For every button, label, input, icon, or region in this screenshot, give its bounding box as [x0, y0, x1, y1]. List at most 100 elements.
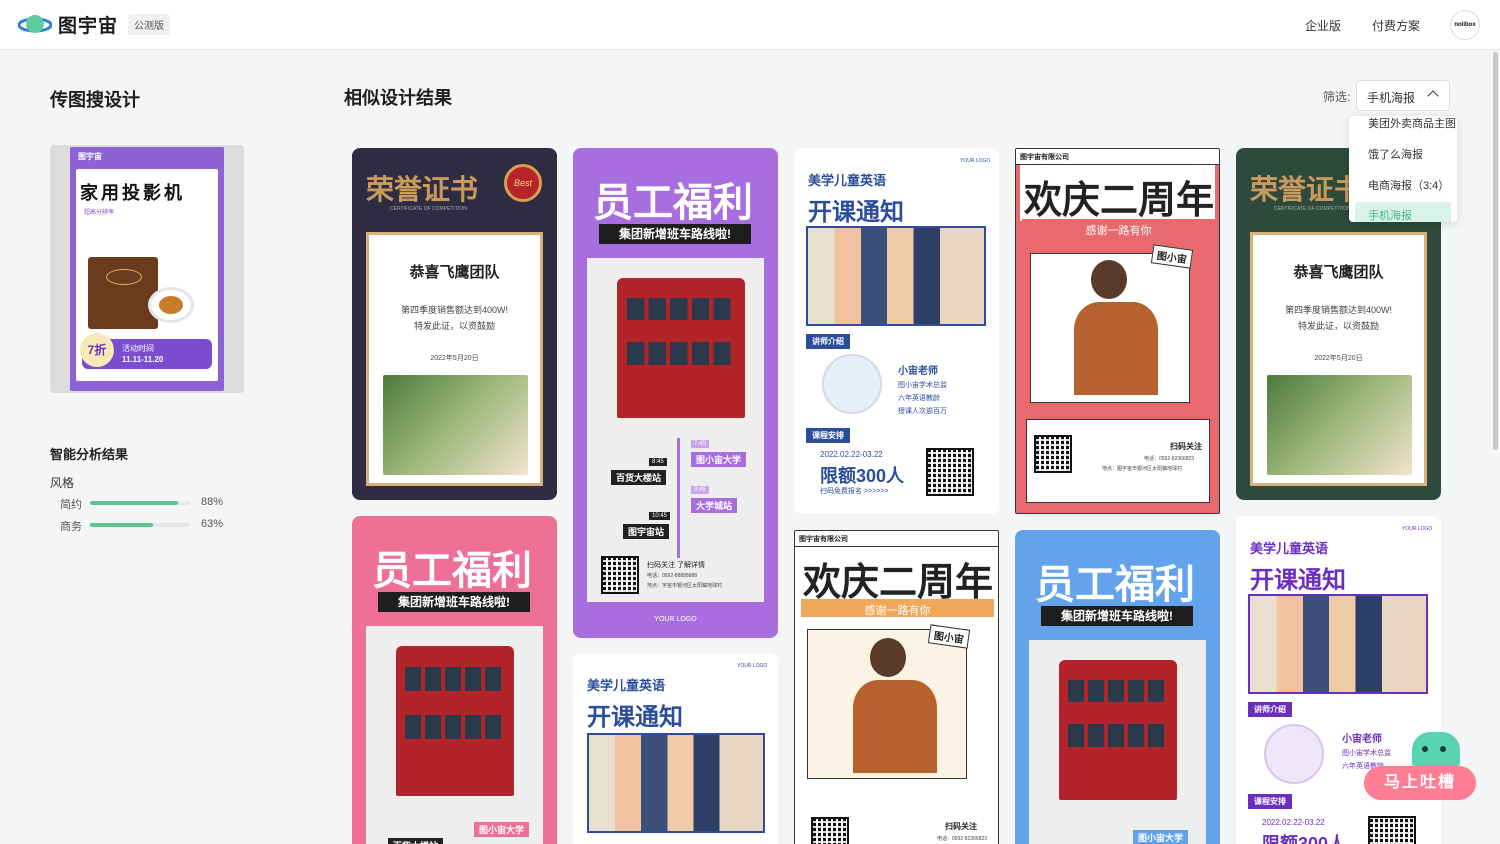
dropdown-option[interactable]: 电商海报（3:4） [1349, 172, 1457, 196]
metric-percent: 88% [201, 496, 224, 508]
filter-value: 手机海报 [1367, 91, 1416, 105]
poster-event-bar: 7折 活动时间 11.11-11.20 [80, 333, 212, 369]
results-title: 相似设计结果 [344, 88, 452, 108]
result-card-anniversary-red[interactable]: 图宇宙有限公司 欢庆二周年 感谢一路有你 图小宙 扫码关注 电话：0592-82… [1015, 148, 1220, 514]
card-title: 荣誉证书 [366, 174, 479, 205]
man-photo [1046, 245, 1186, 395]
card-subtitle: 感谢一路有你 [1085, 225, 1152, 237]
poster-body: 图小宙大学 百货大楼站 [366, 626, 543, 844]
card-title: 荣誉证书 [1250, 174, 1363, 205]
product-box-image [88, 257, 158, 329]
route-stop: 图小宙大学 [474, 822, 530, 837]
company-name: 图宇宙有限公司 [1020, 154, 1069, 161]
phone-text: 电话：0592-82366823 [1144, 456, 1195, 462]
result-card-employee-welfare-blue[interactable]: 员工福利 集团新增班车路线啦! 图小宙大学 [1015, 530, 1220, 844]
card-title: 欢庆二周年 [1024, 180, 1215, 222]
course-dates: 2022.02.22-03.22 [1262, 818, 1325, 827]
result-card-honor-certificate[interactable]: 荣誉证书 CERTIFICATE OF COMPETITION Best 恭喜飞… [352, 148, 557, 500]
kids-photo [587, 733, 765, 833]
filter-label: 筛选: [1323, 90, 1351, 104]
qr-code-image [1034, 435, 1072, 473]
style-label: 风格 [50, 476, 75, 490]
course-limit: 限额300人 [820, 466, 905, 486]
phone-text: 电话：0592-82366823 [937, 836, 988, 842]
poster-subtitle: 超高分辨率 [84, 210, 115, 216]
metric-row: 商务 63% [60, 518, 240, 533]
route-line [677, 438, 680, 558]
planet-logo-icon [17, 12, 53, 38]
section-tag: 课程安排 [1248, 794, 1292, 809]
cert-date: 2022年5月20日 [1314, 355, 1363, 362]
card-brand: 美学儿童英语 [1250, 541, 1329, 556]
card-subtitle: CERTIFICATE OF COMPETITION [390, 206, 467, 212]
dropdown-option[interactable]: 饿了么海报 [1349, 141, 1457, 165]
logo-text: YOUR LOGO [654, 616, 697, 623]
teacher-item: 图小宙学术总监 [1342, 750, 1391, 757]
route-stop: 百货大楼站 [388, 838, 444, 844]
scan-text: 扫码关注 [945, 822, 977, 831]
certificate-body: 恭喜飞鹰团队 第四季度销售额达到400W! 特发此证，以资鼓励 2022年5月2… [1250, 232, 1427, 486]
result-card-english-course[interactable]: 美学儿童英语 开课通知 YOUR LOGO [573, 653, 778, 844]
metric-name: 商务 [60, 521, 82, 533]
kids-photo [1248, 594, 1428, 694]
certificate-body: 恭喜飞鹰团队 第四季度销售额达到400W! 特发此证，以资鼓励 2022年5月2… [366, 232, 543, 486]
analysis-title: 智能分析结果 [50, 447, 129, 462]
dropdown-option[interactable]: 美团外卖商品主图 [1349, 116, 1457, 134]
teacher-item: 授课人次逾百万 [898, 408, 947, 415]
discount-badge: 7折 [80, 333, 114, 367]
avatar[interactable]: nolibox [1450, 10, 1480, 40]
section-tag: 讲师介绍 [806, 334, 850, 349]
filter-select[interactable]: 手机海报 [1356, 80, 1450, 111]
result-card-english-course[interactable]: 美学儿童英语 开课通知 YOUR LOGO 讲师介绍 小宙老师 图小宙学术总监 … [794, 148, 999, 514]
result-card-employee-welfare-pink[interactable]: 员工福利 集团新增班车路线啦! 图小宙大学 百货大楼站 [352, 516, 557, 844]
upload-search-title: 传图搜设计 [50, 90, 140, 110]
poster-body: 图小宙大学 [1029, 640, 1206, 844]
poster-brand: 图宇宙 [78, 152, 102, 161]
cert-date: 2022年5月20日 [430, 355, 479, 362]
card-ribbon: 集团新增班车路线啦! [599, 224, 751, 244]
cert-line: 特发此证，以资鼓励 [413, 321, 495, 331]
teacher-name: 小宙老师 [898, 366, 938, 377]
result-card-anniversary-orange[interactable]: 图宇宙有限公司 欢庆二周年 感谢一路有你 图小宙 扫码关注 电话：0592-82… [794, 530, 999, 844]
filter-dropdown: 美团外卖商品主图 饿了么海报 电商海报（3:4） 手机海报 [1349, 116, 1457, 222]
uploaded-image-card[interactable]: 图宇宙 家用投影机 超高分辨率 7折 活动时间 11.11-11.20 [50, 145, 244, 393]
card-brand: 美学儿童英语 [587, 678, 666, 693]
card-title: 员工福利 [593, 181, 753, 225]
card-title: 开课通知 [587, 704, 683, 731]
qr-code-image [811, 817, 849, 844]
nav-enterprise[interactable]: 企业版 [1305, 17, 1341, 34]
poster-inner: 家用投影机 超高分辨率 7折 活动时间 11.11-11.20 [76, 169, 218, 381]
qr-code-image [1368, 816, 1416, 844]
card-subtitle: CERTIFICATE OF COMPETITION [1274, 206, 1351, 212]
logo[interactable]: 图宇宙 公测版 [17, 11, 171, 38]
metric-track [90, 501, 190, 505]
route-stop: 百货大楼站 [611, 470, 667, 485]
card-title: 开课通知 [1250, 567, 1346, 594]
team-name: 恭喜飞鹰团队 [1293, 264, 1384, 281]
feedback-button[interactable]: 马上吐槽 [1364, 766, 1476, 800]
card-ribbon: 集团新增班车路线啦! [1041, 606, 1193, 626]
course-cta: 扫码免费报名 >>>>>> [820, 488, 889, 495]
cert-line: 第四季度销售额达到400W! [400, 305, 508, 315]
phone-text: 电话：0592-88888888 [647, 573, 698, 579]
result-card-employee-welfare-purple[interactable]: 员工福利 集团新增班车路线啦! 7:45 图小宙大学 8:45 百货大楼站 9:… [573, 148, 778, 638]
route-time: 9:45 [691, 486, 709, 494]
scan-text: 扫码关注 [1170, 442, 1202, 451]
dropdown-option-selected[interactable]: 手机海报 [1355, 202, 1451, 222]
best-badge: Best [504, 164, 542, 202]
teacher-avatar [1264, 724, 1324, 784]
metric-name: 简约 [60, 499, 82, 511]
course-limit: 限额300人 [1262, 834, 1347, 844]
nav-pricing[interactable]: 付费方案 [1372, 17, 1420, 34]
event-dates: 11.11-11.20 [122, 355, 164, 364]
route-time: 10:45 [649, 512, 671, 520]
scan-text: 扫码关注 了解详情 [647, 562, 705, 569]
route-time: 7:45 [691, 440, 709, 448]
page-scrollbar[interactable] [1493, 52, 1498, 450]
address-text: 地点：图宇宙市银河区太阳镇地球村 [1102, 466, 1183, 472]
event-label: 活动时间 [122, 344, 154, 353]
logo-text: 图宇宙 [58, 16, 119, 37]
address-text: 地点：宇宙市银河区太阳镇地球村 [647, 583, 723, 589]
top-navigation-bar: 图宇宙 公测版 企业版 付费方案 nolibox [0, 0, 1500, 50]
route-time: 8:45 [649, 458, 667, 466]
